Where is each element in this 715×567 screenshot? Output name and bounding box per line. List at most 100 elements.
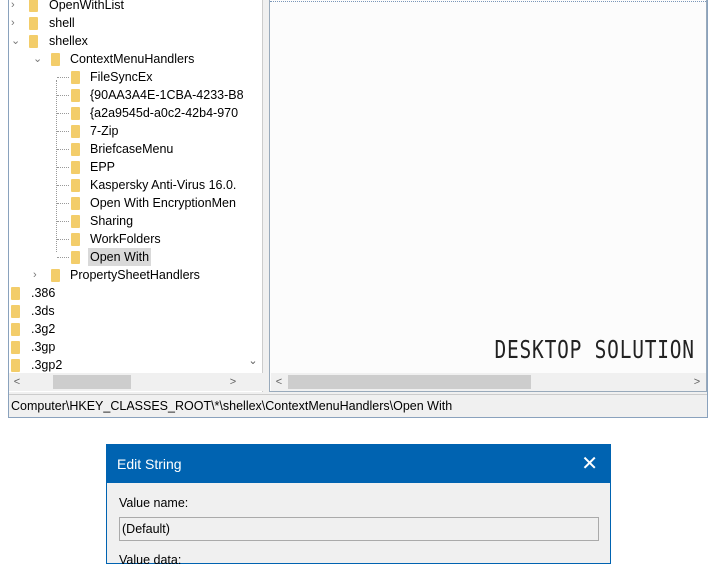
tree-item[interactable]: EPP — [9, 158, 262, 176]
folder-icon — [71, 197, 80, 210]
chevron-right-icon[interactable]: › — [33, 266, 43, 284]
folder-icon — [51, 53, 60, 66]
dialog-title: Edit String — [117, 456, 182, 472]
tree-connector — [57, 185, 69, 186]
tree-item-label: .386 — [31, 286, 56, 300]
registry-editor-window: › OpenWithList › shell ⌄ shellex ⌄ ContextMenuH… — [8, 0, 708, 418]
registry-tree[interactable]: › OpenWithList › shell ⌄ shellex ⌄ ContextMenuH… — [9, 0, 263, 392]
close-icon[interactable]: ✕ — [581, 445, 598, 483]
folder-icon — [71, 71, 80, 84]
tree-item-label: Open With EncryptionMen — [90, 196, 236, 210]
folder-icon — [11, 323, 20, 336]
status-bar-path: Computer\HKEY_CLASSES_ROOT\*\shellex\Con… — [9, 394, 707, 417]
edit-string-dialog: Edit String ✕ Value name: (Default) Valu… — [106, 444, 611, 567]
folder-icon — [11, 287, 20, 300]
tree-item[interactable]: .3gp — [9, 338, 262, 356]
dialog-title-bar[interactable]: Edit String ✕ — [107, 445, 610, 483]
folder-icon — [71, 215, 80, 228]
tree-item[interactable]: › PropertySheetHandlers — [9, 266, 262, 284]
folder-icon — [11, 305, 20, 318]
tree-horizontal-scrollbar[interactable]: < > — [9, 373, 263, 391]
folder-icon — [29, 0, 38, 12]
tree-item[interactable]: .3gp2 — [9, 356, 262, 374]
tree-connector — [57, 113, 69, 114]
scroll-right-icon[interactable]: > — [689, 373, 705, 391]
folder-icon — [71, 161, 80, 174]
scroll-thumb[interactable] — [53, 375, 131, 389]
tree-item[interactable]: Sharing — [9, 212, 262, 230]
tree-connector — [57, 95, 69, 96]
scroll-thumb[interactable] — [288, 375, 531, 389]
values-pane[interactable] — [269, 0, 707, 392]
value-name-label: Value name: — [119, 496, 189, 510]
folder-icon — [71, 251, 80, 264]
tree-item-label: {a2a9545d-a0c2-42b4-970 — [90, 106, 239, 120]
folder-icon — [71, 125, 80, 138]
value-data-label: Value data: — [119, 553, 182, 567]
tree-item-label: ContextMenuHandlers — [70, 52, 195, 66]
tree-item-label: .3gp2 — [31, 358, 63, 372]
tree-connector — [57, 203, 69, 204]
tree-connector — [57, 149, 69, 150]
scroll-down-icon[interactable]: ⌄ — [245, 352, 261, 370]
tree-item-label: FileSyncEx — [90, 70, 153, 84]
tree-connector — [57, 77, 69, 78]
value-name-field[interactable]: (Default) — [119, 517, 599, 541]
tree-item-label: shellex — [49, 34, 88, 48]
tree-item-label: 7-Zip — [90, 124, 119, 138]
chevron-down-icon[interactable]: ⌄ — [33, 50, 43, 68]
folder-icon — [29, 35, 38, 48]
tree-item[interactable]: {90AA3A4E-1CBA-4233-B8 — [9, 86, 262, 104]
scroll-left-icon[interactable]: < — [271, 373, 287, 391]
folder-icon — [71, 143, 80, 156]
scroll-right-icon[interactable]: > — [225, 373, 241, 391]
tree-item[interactable]: Kaspersky Anti-Virus 16.0. — [9, 176, 262, 194]
tree-item-label: Open With — [88, 248, 152, 266]
folder-icon — [71, 179, 80, 192]
tree-item-label: PropertySheetHandlers — [70, 268, 200, 282]
tree-item-label: Kaspersky Anti-Virus 16.0. — [90, 178, 237, 192]
tree-item[interactable]: {a2a9545d-a0c2-42b4-970 — [9, 104, 262, 122]
tree-item[interactable]: ⌄ shellex — [9, 32, 262, 50]
tree-connector — [57, 131, 69, 132]
tree-item[interactable]: .386 — [9, 284, 262, 302]
tree-item[interactable]: Open With EncryptionMen — [9, 194, 262, 212]
tree-item[interactable]: .3g2 — [9, 320, 262, 338]
tree-item-label: EPP — [90, 160, 116, 174]
tree-item-label: .3gp — [31, 340, 56, 354]
folder-icon — [29, 17, 38, 30]
tree-item[interactable]: .3ds — [9, 302, 262, 320]
tree-item[interactable]: ⌄ ContextMenuHandlers — [9, 50, 262, 68]
values-horizontal-scrollbar[interactable]: < > — [271, 373, 706, 391]
tree-item-label: BriefcaseMenu — [90, 142, 174, 156]
tree-connector — [57, 257, 69, 258]
tree-item[interactable]: 7-Zip — [9, 122, 262, 140]
tree-item-label: .3ds — [31, 304, 55, 318]
tree-item[interactable]: WorkFolders — [9, 230, 262, 248]
tree-item-label: shell — [49, 16, 75, 30]
chevron-down-icon[interactable]: ⌄ — [11, 32, 21, 50]
tree-item-label: Sharing — [90, 214, 134, 228]
tree-item-label: {90AA3A4E-1CBA-4233-B8 — [90, 88, 244, 102]
scroll-left-icon[interactable]: < — [9, 373, 25, 391]
tree-item-label: OpenWithList — [49, 0, 125, 12]
folder-icon — [71, 233, 80, 246]
tree-item[interactable]: › shell — [9, 14, 262, 32]
folder-icon — [51, 269, 60, 282]
watermark: DESKTOP SOLUTION — [494, 335, 695, 364]
chevron-right-icon[interactable]: › — [11, 0, 21, 14]
tree-item[interactable]: › OpenWithList — [9, 0, 262, 14]
tree-item[interactable]: Open With — [9, 248, 262, 266]
tree-item[interactable]: FileSyncEx — [9, 68, 262, 86]
tree-item[interactable]: BriefcaseMenu — [9, 140, 262, 158]
folder-icon — [71, 89, 80, 102]
folder-icon — [11, 359, 20, 372]
focused-row — [270, 0, 706, 2]
chevron-right-icon[interactable]: › — [11, 14, 21, 32]
tree-connector — [57, 167, 69, 168]
folder-icon — [71, 107, 80, 120]
tree-item-label: WorkFolders — [90, 232, 161, 246]
tree-connector — [57, 221, 69, 222]
folder-icon — [11, 341, 20, 354]
tree-connector — [57, 239, 69, 240]
